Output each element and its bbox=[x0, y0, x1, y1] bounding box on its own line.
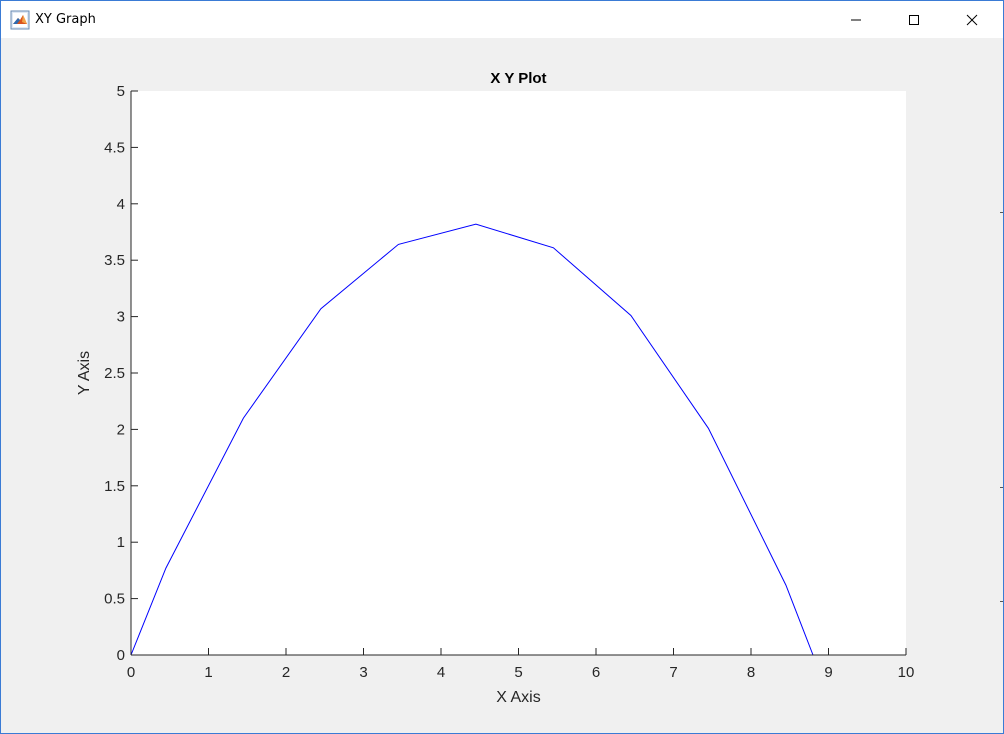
edge-tick-mark bbox=[1000, 212, 1003, 213]
x-tick-label: 0 bbox=[127, 664, 135, 681]
minimize-button[interactable] bbox=[827, 1, 885, 38]
y-tick-label: 0.5 bbox=[104, 591, 125, 608]
y-tick-label: 3.5 bbox=[104, 252, 125, 269]
close-icon bbox=[966, 14, 978, 25]
app-window: XY Graph 0 1 2 3 4 5 6 7 8 9 10 0 0.5 1 1.5 2 2.5 3 3.5 4 4… bbox=[0, 0, 1004, 734]
x-tick-label: 3 bbox=[359, 664, 367, 681]
y-tick-label: 3 bbox=[117, 309, 125, 326]
x-tick-label: 9 bbox=[824, 664, 832, 681]
x-tick-label: 7 bbox=[669, 664, 677, 681]
maximize-button[interactable] bbox=[885, 1, 943, 38]
edge-tick-mark bbox=[1000, 487, 1003, 488]
y-axis-label: Y Axis bbox=[76, 351, 93, 395]
x-axis-label: X Axis bbox=[496, 689, 540, 706]
x-tick-label: 4 bbox=[437, 664, 445, 681]
x-tick-label: 6 bbox=[592, 664, 600, 681]
maximize-icon bbox=[909, 14, 919, 25]
xy-plot: 0 1 2 3 4 5 6 7 8 9 10 0 0.5 1 1.5 2 2.5 3 3.5 4 4.5 5 X Y P… bbox=[76, 70, 915, 706]
y-tick-label: 1.5 bbox=[104, 478, 125, 495]
minimize-icon bbox=[851, 19, 861, 20]
axes-background bbox=[131, 91, 906, 655]
close-button[interactable] bbox=[943, 1, 1001, 38]
x-tick-label: 1 bbox=[204, 664, 212, 681]
edge-tick-mark bbox=[1000, 601, 1003, 602]
y-tick-label: 2 bbox=[117, 421, 125, 438]
x-tick-label: 5 bbox=[514, 664, 522, 681]
x-tick-label: 10 bbox=[898, 664, 915, 681]
y-tick-label: 1 bbox=[117, 534, 125, 551]
matlab-icon bbox=[10, 10, 30, 30]
y-tick-label: 5 bbox=[117, 83, 125, 100]
y-tick-label: 4 bbox=[117, 196, 125, 213]
y-tick-label: 0 bbox=[117, 647, 125, 664]
y-tick-label: 2.5 bbox=[104, 365, 125, 382]
y-tick-label: 4.5 bbox=[104, 139, 125, 156]
figure-area: 0 1 2 3 4 5 6 7 8 9 10 0 0.5 1 1.5 2 2.5 3 3.5 4 4.5 5 X Y P… bbox=[1, 38, 1003, 733]
window-title: XY Graph bbox=[35, 12, 96, 27]
x-tick-label: 8 bbox=[747, 664, 755, 681]
chart-title: X Y Plot bbox=[490, 70, 546, 87]
x-tick-label: 2 bbox=[282, 664, 290, 681]
title-bar[interactable]: XY Graph bbox=[1, 1, 1003, 38]
